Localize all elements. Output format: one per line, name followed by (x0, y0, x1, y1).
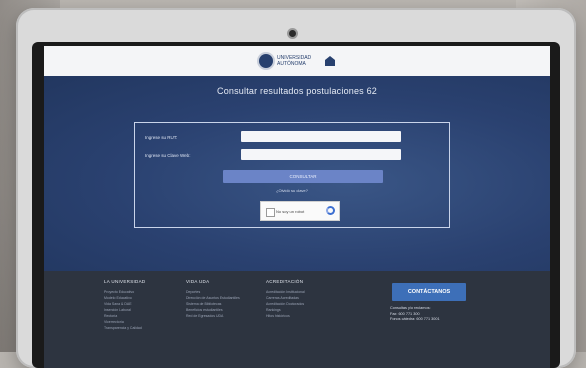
rut-label: Ingrese su RUT: (145, 135, 178, 140)
rut-input[interactable] (241, 131, 401, 142)
page-title: Consultar resultados postulaciones 62 (217, 86, 377, 96)
footer-heading: VIDA UDA (186, 279, 210, 284)
site-header: UNIVERSIDAD AUTÓNOMA (44, 46, 550, 76)
recaptcha-icon (326, 206, 335, 215)
footer-col-university: LA UNIVERSIDAD Proyecto Educativo Modelo… (104, 279, 145, 331)
password-label: Ingrese su Clave Web: (145, 153, 191, 158)
contact-line: Fonos cátedra: 600 771 3001 (390, 317, 440, 321)
contact-info: Consultas y/o reclamos: Fax: 600 771 300… (390, 306, 440, 323)
logo-text: UNIVERSIDAD AUTÓNOMA (277, 55, 312, 67)
recaptcha-widget[interactable]: No soy un robot (260, 201, 340, 221)
contact-button[interactable]: CONTÁCTANOS (392, 283, 466, 301)
university-logo[interactable]: UNIVERSIDAD AUTÓNOMA (259, 54, 335, 68)
captcha-label: No soy un robot (276, 209, 305, 214)
site-footer: LA UNIVERSIDAD Proyecto Educativo Modelo… (44, 271, 550, 368)
login-form: Ingrese su RUT: Ingrese su Clave Web: CO… (134, 122, 450, 228)
captcha-checkbox[interactable] (266, 208, 275, 217)
submit-button[interactable]: CONSULTAR (223, 170, 383, 183)
password-row: Ingrese su Clave Web: (135, 149, 449, 163)
footer-heading: LA UNIVERSIDAD (104, 279, 146, 284)
footer-link[interactable]: Red de Egresados UDA (186, 313, 240, 319)
footer-link[interactable]: Hitos históricos (266, 313, 305, 319)
forgot-password-link[interactable]: ¿Olvidó su clave? (135, 188, 449, 193)
password-input[interactable] (241, 149, 401, 160)
footer-heading: ACREDITACIÓN (266, 279, 304, 284)
footer-col-vida: VIDA UDA Deportes Dirección de Asuntos E… (186, 279, 240, 319)
footer-col-acreditacion: ACREDITACIÓN Acreditación Institucional … (266, 279, 305, 319)
rut-row: Ingrese su RUT: (135, 131, 449, 145)
main-panel: Consultar resultados postulaciones 62 In… (44, 76, 550, 271)
seal-icon (259, 54, 273, 68)
building-icon (325, 56, 335, 66)
webcam-icon (289, 30, 296, 37)
browser-screen: UNIVERSIDAD AUTÓNOMA Consultar resultado… (44, 46, 550, 368)
footer-link[interactable]: Transparencia y Calidad (104, 325, 145, 331)
